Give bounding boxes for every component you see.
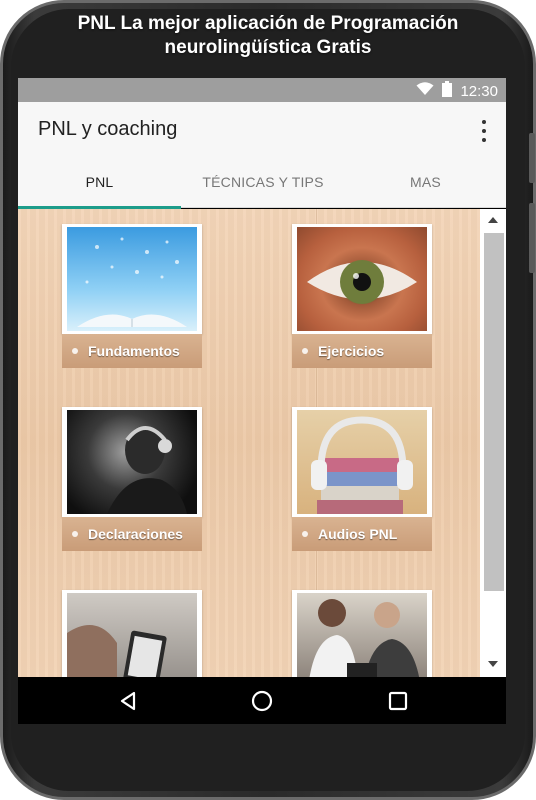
overflow-menu-icon[interactable] — [476, 120, 492, 142]
eye-image — [297, 227, 427, 331]
phone-screen: 12:30 PNL y coaching PNL TÉCNICAS Y TIPS… — [18, 78, 506, 724]
tile-image-frame — [292, 224, 432, 334]
person-reading-tablet-image — [67, 593, 197, 677]
scrollbar-thumb[interactable] — [484, 233, 504, 591]
tile-label-text: Audios PNL — [318, 526, 398, 542]
volume-button — [529, 133, 535, 183]
tile-declaraciones[interactable]: Declaraciones — [62, 407, 202, 551]
tile-image-frame — [62, 590, 202, 677]
wifi-icon — [416, 82, 434, 100]
tile-image-frame — [62, 407, 202, 517]
tile-label-text: Fundamentos — [88, 343, 180, 359]
tab-bar: PNL TÉCNICAS Y TIPS MAS — [18, 156, 506, 209]
tile-label: Ejercicios — [292, 334, 432, 368]
books-headphones-image — [297, 410, 427, 514]
scroll-down-arrow-icon[interactable] — [488, 661, 498, 667]
open-book-image — [67, 227, 197, 331]
bullet-icon — [302, 531, 308, 537]
battery-icon — [442, 81, 453, 101]
status-bar: 12:30 — [18, 78, 506, 102]
promo-banner: PNL La mejor aplicación de Programación … — [0, 0, 536, 800]
tile-label-text: Declaraciones — [88, 526, 183, 542]
man-headphones-image — [67, 410, 197, 514]
app-title: PNL y coaching — [38, 118, 178, 140]
tile-label: Audios PNL — [292, 517, 432, 551]
tile-ejercicios[interactable]: Ejercicios — [292, 224, 432, 368]
tab-pnl[interactable]: PNL — [18, 156, 181, 209]
status-time: 12:30 — [460, 82, 498, 100]
bullet-icon — [72, 531, 78, 537]
power-button — [529, 203, 535, 273]
tile-label: Declaraciones — [62, 517, 202, 551]
app-bar: PNL y coaching — [18, 102, 506, 156]
recents-icon[interactable] — [368, 677, 428, 724]
scroll-up-arrow-icon[interactable] — [488, 217, 498, 223]
tile-reading[interactable] — [62, 590, 202, 677]
tab-mas[interactable]: MAS — [345, 156, 506, 208]
bullet-icon — [302, 348, 308, 354]
scrollbar[interactable] — [480, 209, 506, 677]
promo-title-line-1: PNL La mejor aplicación de Programación — [77, 13, 459, 34]
tile-grid: Fundamentos Ejercicios Declaraciones Aud… — [18, 209, 480, 677]
tile-audios-pnl[interactable]: Audios PNL — [292, 407, 432, 551]
people-meeting-image — [297, 593, 427, 677]
tile-image-frame — [62, 224, 202, 334]
tile-image-frame — [292, 590, 432, 677]
tile-meeting[interactable] — [292, 590, 432, 677]
home-icon[interactable] — [232, 677, 292, 724]
tab-tecnicas-y-tips[interactable]: TÉCNICAS Y TIPS — [181, 156, 345, 208]
navigation-bar — [18, 677, 506, 724]
bullet-icon — [72, 348, 78, 354]
promo-title-line-2: neurolingüística Gratis — [164, 37, 372, 58]
tile-image-frame — [292, 407, 432, 517]
tile-fundamentos[interactable]: Fundamentos — [62, 224, 202, 368]
promo-title: PNL La mejor aplicación de Programación … — [20, 12, 516, 60]
tile-label: Fundamentos — [62, 334, 202, 368]
tile-label-text: Ejercicios — [318, 343, 385, 359]
back-icon[interactable] — [98, 677, 158, 724]
